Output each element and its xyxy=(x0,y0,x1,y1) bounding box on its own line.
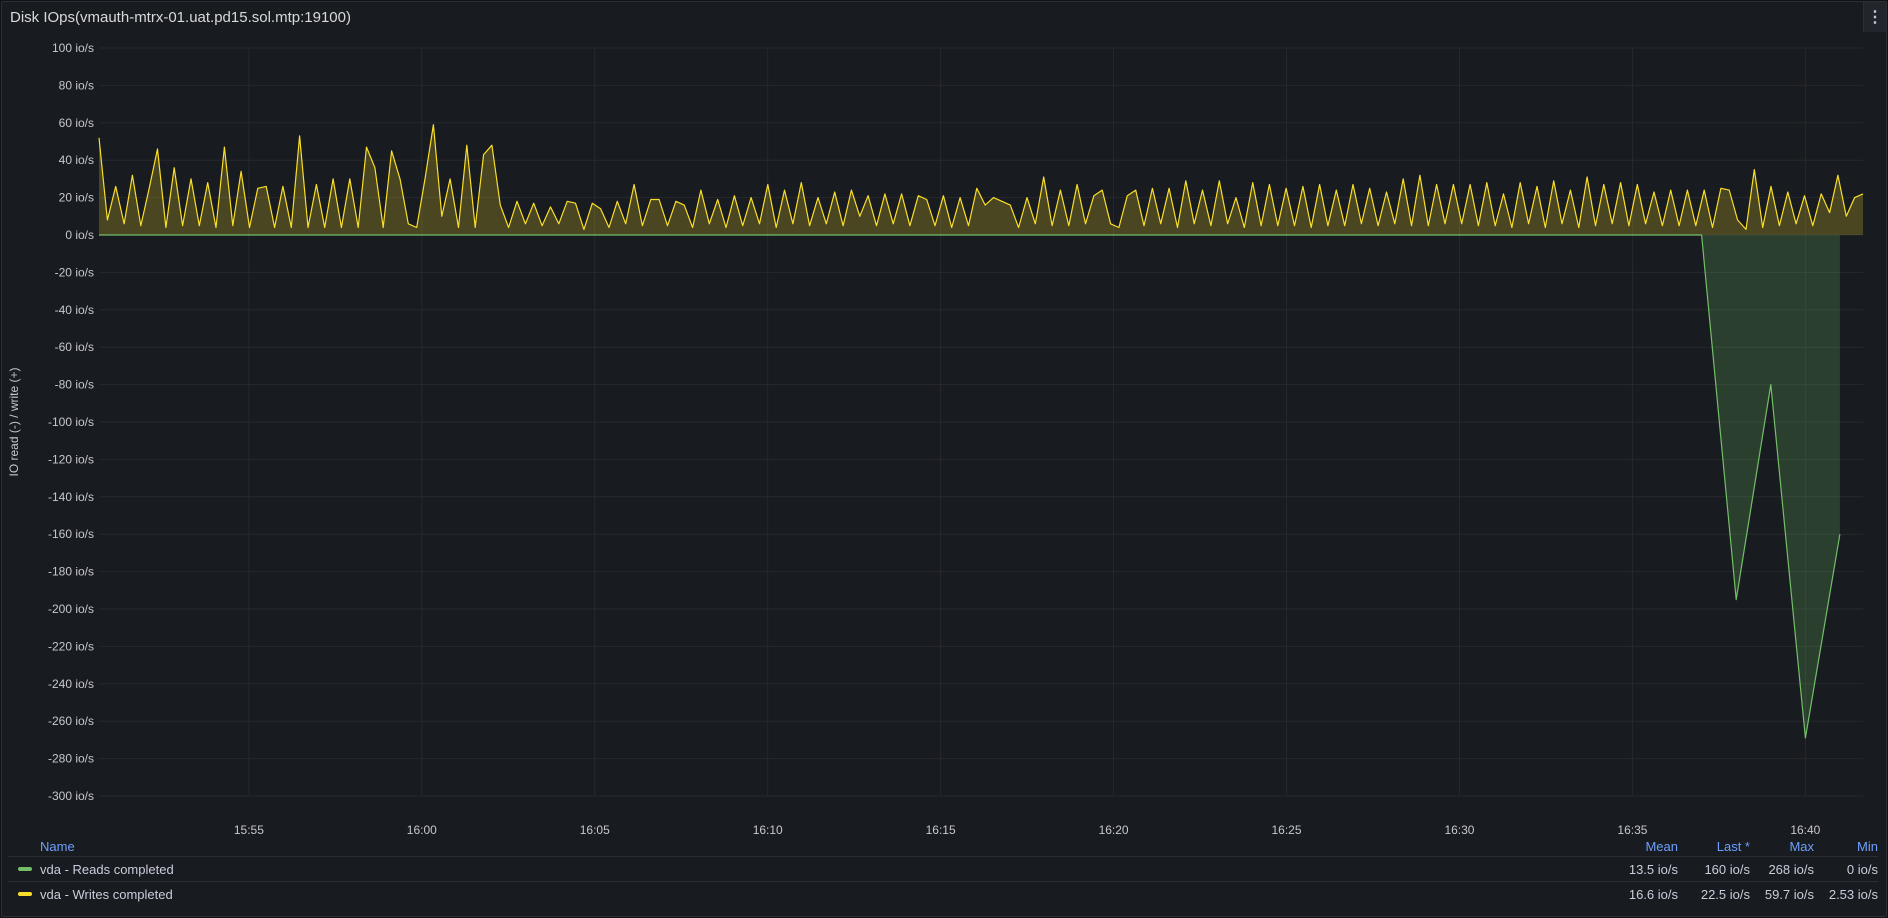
x-tick-label: 16:40 xyxy=(1790,823,1820,836)
y-tick-label: -280 io/s xyxy=(48,752,94,766)
y-tick-label: -200 io/s xyxy=(48,602,94,616)
x-tick-label: 15:55 xyxy=(234,823,264,836)
y-tick-label: 0 io/s xyxy=(65,228,94,242)
legend-max-value: 59.7 io/s xyxy=(1764,886,1814,902)
legend-mean-value: 13.5 io/s xyxy=(1628,861,1678,877)
legend-header-mean[interactable]: Mean xyxy=(1598,839,1678,854)
legend-series-name[interactable]: vda - Writes completed xyxy=(40,887,173,902)
y-tick-label: -80 io/s xyxy=(55,378,94,392)
y-tick-label: -240 io/s xyxy=(48,677,94,691)
y-axis-label: IO read (-) / write (+) xyxy=(7,367,21,476)
legend-swatch-reads xyxy=(18,867,32,871)
y-tick-label: -180 io/s xyxy=(48,565,94,579)
legend-row-writes[interactable]: vda - Writes completed 16.6 io/s 22.5 io… xyxy=(8,881,1878,906)
reads-series-line xyxy=(99,234,1841,739)
y-tick-label: -300 io/s xyxy=(48,789,94,803)
y-tick-label: -160 io/s xyxy=(48,527,94,541)
x-tick-label: 16:05 xyxy=(580,823,610,836)
x-tick-label: 16:25 xyxy=(1272,823,1302,836)
legend-max-value: 268 io/s xyxy=(1768,861,1814,877)
y-tick-label: 80 io/s xyxy=(59,78,94,92)
y-tick-label: 60 io/s xyxy=(59,116,94,130)
legend-header-last[interactable]: Last * xyxy=(1678,839,1750,854)
x-tick-label: 16:30 xyxy=(1444,823,1474,836)
legend-header: Name Mean Last * Max Min xyxy=(8,836,1878,856)
legend-swatch-writes xyxy=(18,892,32,896)
y-tick-label: -20 io/s xyxy=(55,265,94,279)
y-tick-label: -120 io/s xyxy=(48,452,94,466)
legend-series-name[interactable]: vda - Reads completed xyxy=(40,862,174,877)
x-tick-label: 16:10 xyxy=(753,823,783,836)
y-tick-label: -100 io/s xyxy=(48,415,94,429)
legend-last-value: 160 io/s xyxy=(1704,861,1750,877)
x-tick-label: 16:35 xyxy=(1617,823,1647,836)
legend-header-min[interactable]: Min xyxy=(1814,839,1878,854)
y-tick-label: 40 io/s xyxy=(59,153,94,167)
y-tick-label: 100 io/s xyxy=(52,41,94,55)
legend-table: Name Mean Last * Max Min vda - Reads com… xyxy=(8,836,1878,906)
x-tick-label: 16:20 xyxy=(1099,823,1129,836)
legend-mean-value: 16.6 io/s xyxy=(1628,886,1678,902)
x-tick-label: 16:15 xyxy=(926,823,956,836)
y-tick-label: -220 io/s xyxy=(48,639,94,653)
y-tick-label: 20 io/s xyxy=(59,191,94,205)
reads-series-area xyxy=(99,235,1840,738)
legend-header-max[interactable]: Max xyxy=(1750,839,1814,854)
time-series-chart[interactable]: 100 io/s 80 io/s 60 io/s 40 io/s 20 io/s 0 io… xyxy=(0,0,1888,836)
y-tick-label: -140 io/s xyxy=(48,490,94,504)
legend-header-name[interactable]: Name xyxy=(40,839,75,854)
y-tick-label: -260 io/s xyxy=(48,714,94,728)
legend-row-reads[interactable]: vda - Reads completed 13.5 io/s 160 io/s… xyxy=(8,856,1878,881)
y-tick-label: -60 io/s xyxy=(55,340,94,354)
legend-min-value: 2.53 io/s xyxy=(1828,886,1878,902)
y-tick-label: -40 io/s xyxy=(55,303,94,317)
legend-min-value: 0 io/s xyxy=(1846,861,1878,877)
legend-last-value: 22.5 io/s xyxy=(1700,886,1750,902)
x-tick-label: 16:00 xyxy=(407,823,437,836)
